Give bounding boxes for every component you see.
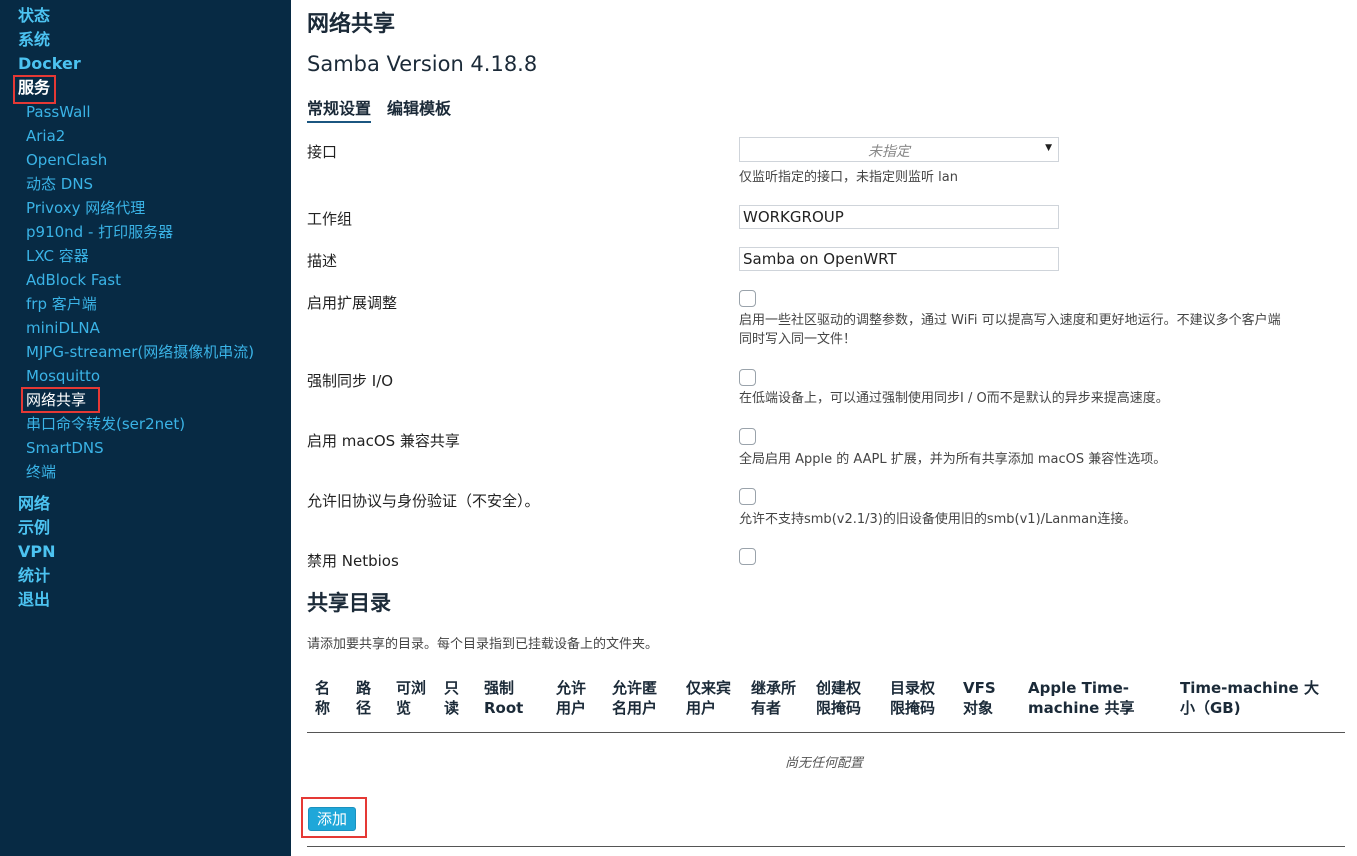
- workgroup-label: 工作组: [307, 210, 353, 228]
- col-header-read-only: 只读: [444, 679, 460, 717]
- macos-compat-label: 启用 macOS 兼容共享: [307, 432, 460, 450]
- legacy-protocol-checkbox[interactable]: [739, 488, 756, 505]
- disable-netbios-label: 禁用 Netbios: [307, 552, 399, 570]
- col-header-guest-only: 仅来宾 用户: [686, 679, 732, 717]
- nav-sub-adblock-fast[interactable]: AdBlock Fast: [26, 270, 121, 290]
- nav-sub-terminal[interactable]: 终端: [26, 462, 56, 482]
- description-label: 描述: [307, 252, 338, 270]
- table-header-divider: [307, 732, 1345, 733]
- main-content: 网络共享 Samba Version 4.18.8 常规设置 编辑模板 接口 未…: [291, 0, 1357, 856]
- extended-tuning-desc: 启用一些社区驱动的调整参数，通过 WiFi 可以提高写入速度和更好地运行。不建议…: [739, 311, 1281, 349]
- col-header-timemachine-size: Time-machine 大小（GB): [1180, 679, 1319, 717]
- workgroup-input[interactable]: WORKGROUP: [739, 205, 1059, 229]
- col-header-create-mask: 创建权 限掩码: [816, 679, 862, 717]
- nav-sub-privoxy[interactable]: Privoxy 网络代理: [26, 198, 145, 218]
- nav-sub-aria2[interactable]: Aria2: [26, 126, 65, 146]
- interface-desc: 仅监听指定的接口，未指定则监听 lan: [739, 170, 958, 185]
- highlight-box-services: [13, 75, 56, 104]
- col-header-vfs-objects: VFS 对象: [963, 679, 996, 717]
- interface-select[interactable]: 未指定 ▼: [739, 137, 1059, 162]
- nav-sub-mjpg-streamer[interactable]: MJPG-streamer(网络摄像机串流): [26, 342, 254, 362]
- nav-sub-p910nd[interactable]: p910nd - 打印服务器: [26, 222, 173, 242]
- nav-sub-smartdns[interactable]: SmartDNS: [26, 438, 104, 458]
- force-sync-io-checkbox[interactable]: [739, 369, 756, 386]
- col-header-allow-guests: 允许匿 名用户: [612, 679, 658, 717]
- nav-status[interactable]: 状态: [18, 6, 50, 26]
- disable-netbios-checkbox[interactable]: [739, 548, 756, 565]
- col-header-name: 名称: [315, 679, 331, 717]
- extended-tuning-desc-line1: 启用一些社区驱动的调整参数，通过 WiFi 可以提高写入速度和更好地运行。不建议…: [739, 313, 1281, 328]
- nav-sub-passwall[interactable]: PassWall: [26, 102, 91, 122]
- nav-sub-mosquitto[interactable]: Mosquitto: [26, 366, 100, 386]
- force-sync-io-label: 强制同步 I/O: [307, 372, 394, 390]
- nav-sub-openclash[interactable]: OpenClash: [26, 150, 107, 170]
- nav-statistics[interactable]: 统计: [18, 566, 50, 586]
- sidebar: 状态 系统 Docker 服务 PassWall Aria2 OpenClash…: [0, 0, 291, 856]
- nav-docker[interactable]: Docker: [18, 54, 81, 74]
- tab-general-settings[interactable]: 常规设置: [307, 95, 372, 123]
- highlight-box-network-share: [21, 387, 100, 413]
- nav-vpn[interactable]: VPN: [18, 542, 56, 562]
- nav-network[interactable]: 网络: [18, 494, 50, 514]
- nav-sub-frp-client[interactable]: frp 客户端: [26, 294, 97, 314]
- add-share-button[interactable]: 添加: [308, 807, 356, 831]
- shares-section-desc: 请添加要共享的目录。每个目录指到已挂载设备上的文件夹。: [307, 637, 659, 652]
- dropdown-arrow-icon: ▼: [1045, 143, 1052, 153]
- description-input[interactable]: Samba on OpenWRT: [739, 247, 1059, 271]
- nav-sub-ddns[interactable]: 动态 DNS: [26, 174, 93, 194]
- col-header-apple-timemachine: Apple Time-machine 共享: [1028, 679, 1135, 717]
- nav-sub-ser2net[interactable]: 串口命令转发(ser2net): [26, 414, 185, 434]
- nav-logout[interactable]: 退出: [18, 590, 50, 610]
- interface-label: 接口: [307, 143, 338, 161]
- col-header-force-root: 强制 Root: [484, 679, 524, 717]
- nav-examples[interactable]: 示例: [18, 518, 50, 538]
- interface-select-value: 未指定: [868, 144, 910, 160]
- col-header-allowed-users: 允许 用户: [556, 679, 587, 717]
- extended-tuning-checkbox[interactable]: [739, 290, 756, 307]
- nav-sub-minidlna[interactable]: miniDLNA: [26, 318, 100, 338]
- extended-tuning-label: 启用扩展调整: [307, 294, 398, 312]
- samba-version: Samba Version 4.18.8: [307, 52, 538, 76]
- shares-section-title: 共享目录: [307, 591, 391, 615]
- nav-system[interactable]: 系统: [18, 30, 50, 50]
- macos-compat-checkbox[interactable]: [739, 428, 756, 445]
- col-header-dir-mask: 目录权 限掩码: [890, 679, 936, 717]
- extended-tuning-desc-line2: 同时写入同一文件！: [739, 332, 857, 347]
- force-sync-io-desc: 在低端设备上，可以通过强制使用同步I / O而不是默认的异步来提高速度。: [739, 391, 1169, 406]
- shares-empty-text: 尚无任何配置: [784, 756, 863, 771]
- legacy-protocol-label: 允许旧协议与身份验证（不安全）。: [307, 492, 540, 510]
- tab-edit-template[interactable]: 编辑模板: [387, 95, 451, 121]
- col-header-inherit-owner: 继承所 有者: [751, 679, 797, 717]
- col-header-browseable: 可浏览: [396, 679, 427, 717]
- legacy-protocol-desc: 允许不支持smb(v2.1/3)的旧设备使用旧的smb(v1)/Lanman连接…: [739, 512, 1137, 527]
- col-header-path: 路径: [356, 679, 372, 717]
- nav-sub-lxc[interactable]: LXC 容器: [26, 246, 89, 266]
- page-title: 网络共享: [307, 12, 396, 37]
- footer-divider: [307, 846, 1345, 847]
- macos-compat-desc: 全局启用 Apple 的 AAPL 扩展，并为所有共享添加 macOS 兼容性选…: [739, 452, 1167, 467]
